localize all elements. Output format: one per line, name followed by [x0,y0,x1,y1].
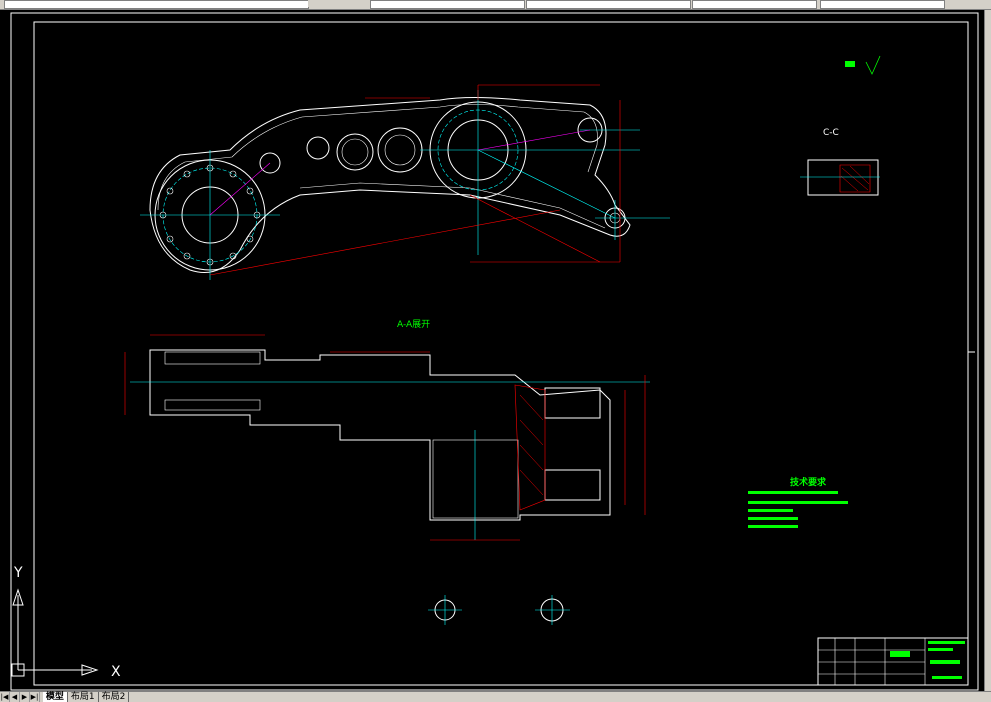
section-aa: A-A展开 [124,319,650,541]
title-block [817,637,969,686]
plotstyle-dropdown[interactable] [692,0,817,9]
linetype-dropdown[interactable] [370,0,525,9]
arm-plan-view [149,97,631,273]
tech-requirements: 技术要求 [748,476,848,528]
cad-drawing: C-C A-A展开 技术要求 Y X [10,12,979,691]
section-cc: C-C [800,55,881,196]
ucs-x-label: X [111,664,121,680]
toolbar-icons[interactable] [308,0,361,7]
section-aa-label: A-A展开 [397,319,430,330]
outer-border [10,12,979,691]
color-dropdown[interactable] [820,0,945,9]
ucs-y-label: Y [13,565,23,581]
tech-requirements-title: 技术要求 [790,476,827,488]
toolbar [0,0,991,10]
section-cc-label: C-C [823,128,839,138]
lineweight-dropdown[interactable] [526,0,691,9]
vertical-scrollbar[interactable] [984,10,991,691]
layer-dropdown[interactable] [4,0,309,9]
drawing-canvas[interactable]: C-C A-A展开 技术要求 Y X [0,10,985,691]
ucs-icon: Y X [11,565,121,680]
layout-tabs-bar: |◀ ◀ ▶ ▶| 模型 布局1 布局2 [0,691,991,702]
inner-border [33,21,969,686]
detail-views [428,595,570,625]
arm-dimensions [209,84,621,276]
